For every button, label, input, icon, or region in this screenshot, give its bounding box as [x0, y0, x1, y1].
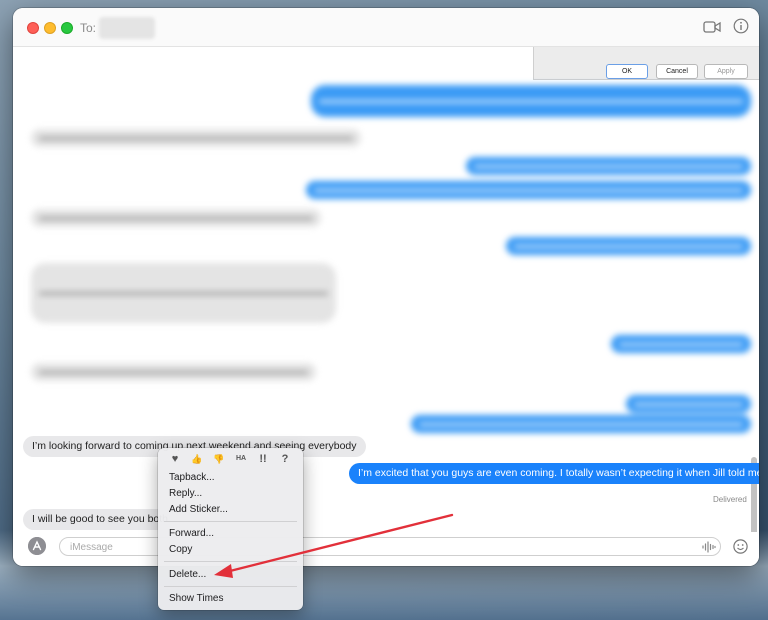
question-icon[interactable]: ? — [278, 452, 292, 466]
minimize-button[interactable] — [44, 22, 56, 34]
thumbs-up-icon[interactable]: 👍 — [190, 452, 204, 466]
incoming-message-bubble[interactable]: I will be good to see you both — [23, 509, 178, 530]
messages-window: To: OK Cancel Apply I’m looking forward … — [13, 8, 759, 566]
delivered-status: Delivered — [713, 495, 747, 504]
thumbs-down-icon[interactable]: 👎 — [212, 452, 226, 466]
zoom-button[interactable] — [61, 22, 73, 34]
message-composer: iMessage — [13, 532, 759, 566]
menu-item-tapback[interactable]: Tapback... — [169, 471, 215, 484]
blurred-message — [31, 209, 321, 227]
blurred-message — [626, 395, 751, 413]
blurred-message — [31, 129, 361, 147]
tapback-row: ♥ 👍 👎 HA !! ? — [166, 452, 296, 468]
menu-item-show-times[interactable]: Show Times — [169, 592, 223, 605]
menu-separator — [164, 561, 297, 562]
title-bar: To: — [13, 8, 759, 47]
app-store-icon[interactable] — [28, 537, 46, 555]
info-icon[interactable] — [733, 18, 749, 34]
blurred-message — [306, 181, 751, 199]
message-transcript: OK Cancel Apply I’m looking forward to c… — [13, 47, 759, 547]
blurred-message — [31, 363, 316, 381]
heart-icon[interactable]: ♥ — [168, 452, 182, 466]
exclamation-icon[interactable]: !! — [256, 452, 270, 466]
to-label: To: — [80, 21, 97, 35]
menu-separator — [164, 586, 297, 587]
menu-item-reply[interactable]: Reply... — [169, 487, 202, 500]
blurred-message — [311, 85, 751, 117]
menu-item-copy[interactable]: Copy — [169, 543, 192, 556]
close-button[interactable] — [27, 22, 39, 34]
video-camera-icon[interactable] — [703, 20, 721, 34]
menu-item-delete[interactable]: Delete... — [169, 568, 206, 581]
emoji-smiley-icon[interactable] — [733, 539, 748, 554]
blurred-message — [31, 263, 336, 323]
outgoing-message-bubble[interactable]: I’m excited that you guys are even comin… — [349, 463, 759, 484]
blurred-history — [21, 57, 751, 435]
message-context-menu: ♥ 👍 👎 HA !! ? Tapback... Reply... Add St… — [158, 448, 303, 610]
blurred-message — [611, 335, 751, 353]
blurred-message — [466, 157, 751, 175]
menu-item-forward[interactable]: Forward... — [169, 527, 214, 540]
menu-item-add-sticker[interactable]: Add Sticker... — [169, 503, 228, 516]
blurred-message — [411, 415, 751, 433]
menu-separator — [164, 521, 297, 522]
recipient-field[interactable] — [99, 17, 155, 39]
haha-icon[interactable]: HA — [234, 452, 248, 466]
audio-waveform-icon[interactable] — [702, 541, 716, 553]
blurred-message — [506, 237, 751, 255]
